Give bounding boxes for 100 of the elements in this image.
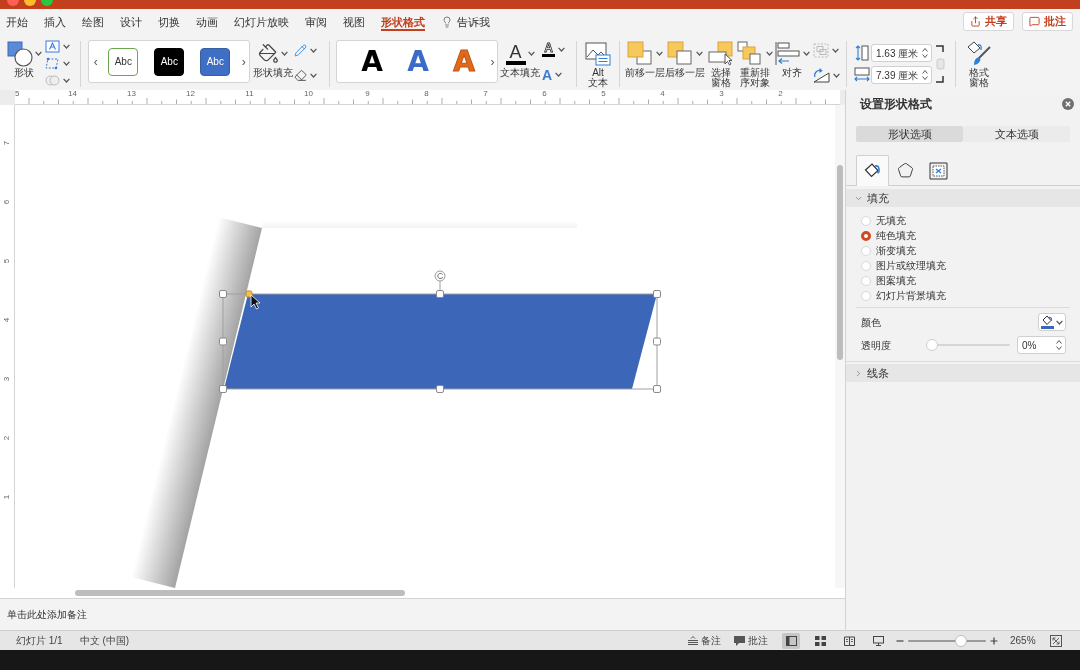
fill-color-button[interactable]: [1038, 313, 1066, 331]
text-box-icon: [45, 39, 60, 53]
ribbon-tab[interactable]: 设计: [120, 12, 142, 31]
ribbon-tab[interactable]: 审阅: [305, 12, 327, 31]
resize-handle[interactable]: [653, 385, 661, 393]
format-brush-icon: [966, 40, 992, 67]
caret-icon: [833, 72, 840, 78]
comments-button[interactable]: 批注: [1022, 12, 1073, 31]
ruler-number: 5: [600, 90, 607, 98]
adjust-handle[interactable]: [245, 290, 253, 298]
ribbon-tab[interactable]: 形状格式: [381, 12, 425, 31]
send-backward-button[interactable]: 后移一层: [665, 37, 705, 88]
rotate-handle[interactable]: [434, 270, 446, 292]
section-header[interactable]: 填充: [846, 189, 1080, 207]
caret-icon: [281, 51, 288, 56]
reorder-objects-button[interactable]: 重新排 序对象: [736, 37, 773, 88]
shape-style-swatch[interactable]: Abc: [108, 47, 139, 76]
ruler-number: 3: [718, 90, 725, 98]
fill-option[interactable]: 渐变填充: [846, 243, 1080, 258]
fill-option[interactable]: 图案填充: [846, 273, 1080, 288]
fill-option[interactable]: 图片或纹理填充: [846, 258, 1080, 273]
share-button[interactable]: 共享: [963, 12, 1014, 31]
caret-icon: [63, 77, 70, 83]
ribbon-tab[interactable]: 动画: [196, 12, 218, 31]
resize-handle[interactable]: [219, 385, 227, 393]
comments-button[interactable]: 批注: [734, 633, 768, 648]
ribbon-tab[interactable]: 视图: [343, 12, 365, 31]
ruler-number: 1: [3, 494, 11, 499]
view-button[interactable]: [782, 632, 800, 649]
minimize-window-icon[interactable]: [24, 0, 36, 6]
pane-tab[interactable]: 形状选项: [856, 126, 963, 142]
shapes-button[interactable]: 形状: [6, 37, 42, 78]
pane-tab[interactable]: 文本选项: [963, 126, 1070, 142]
fill-option[interactable]: 纯色填充: [846, 228, 1080, 243]
text-effects-button[interactable]: A: [542, 66, 572, 83]
ruler-number: 5: [3, 258, 11, 263]
selection-pane-button[interactable]: 选择 窗格: [705, 37, 736, 88]
caret-icon: [558, 47, 565, 52]
zoom-in-icon[interactable]: [990, 636, 998, 645]
fill-option[interactable]: 幻灯片背景填充: [846, 288, 1080, 303]
caret-icon: [310, 72, 317, 78]
shape-style-swatch[interactable]: Abc: [200, 47, 231, 76]
resize-handle[interactable]: [219, 290, 227, 298]
ruler-number: 4: [3, 317, 11, 322]
slider-thumb[interactable]: [926, 339, 938, 351]
gallery-previous-button[interactable]: ‹: [89, 52, 103, 71]
ribbon-tab[interactable]: 插入: [44, 12, 66, 31]
text-color-bar-icon: [505, 60, 526, 65]
text-fill-button[interactable]: A 文本填充: [500, 37, 540, 78]
format-pane-button[interactable]: 格式 窗格: [964, 37, 994, 88]
spinner-arrows-icon: [922, 47, 928, 59]
alt-text-button[interactable]: Alt 文本: [583, 37, 613, 88]
ruler-number: 6: [3, 199, 11, 204]
pane-icon-tab[interactable]: [856, 155, 889, 186]
vertical-scrollbar-thumb[interactable]: [837, 165, 843, 360]
horizontal-scrollbar-thumb[interactable]: [75, 590, 405, 596]
transparency-field[interactable]: 0%: [1017, 336, 1066, 354]
section-header[interactable]: 线条: [846, 364, 1080, 382]
close-window-icon[interactable]: [7, 0, 19, 6]
caret-icon: [765, 51, 773, 56]
resize-handle[interactable]: [436, 385, 444, 393]
ruler-number: 2: [3, 435, 11, 440]
resize-handle[interactable]: [436, 290, 444, 298]
rotate-button[interactable]: [813, 67, 843, 83]
slider-thumb[interactable]: [954, 634, 967, 647]
shape-style-swatch[interactable]: Abc: [154, 47, 185, 76]
comment-icon: [1029, 16, 1040, 27]
fit-to-window-icon[interactable]: [1050, 634, 1062, 647]
width-field[interactable]: 7.39 厘米: [871, 66, 932, 84]
fill-option[interactable]: 无填充: [846, 213, 1080, 228]
wordart-style-sample[interactable]: A: [350, 45, 394, 78]
ruler-number: 14: [67, 90, 78, 98]
bring-forward-button[interactable]: 前移一层: [625, 37, 665, 88]
ruler-number: 2: [777, 90, 784, 98]
selection-pane-icon: [707, 41, 734, 66]
gallery-next-button[interactable]: ›: [488, 52, 497, 71]
notes-button[interactable]: 备注: [688, 633, 721, 648]
close-icon[interactable]: [1062, 98, 1074, 110]
transparency-slider[interactable]: [926, 339, 1010, 351]
caret-icon: [696, 51, 703, 56]
zoom-window-icon[interactable]: [41, 0, 53, 6]
caret-icon: [63, 43, 70, 49]
ruler-number: 7: [3, 140, 11, 145]
resize-handle[interactable]: [219, 337, 227, 346]
ribbon-tab[interactable]: 切换: [158, 12, 180, 31]
ribbon-tab[interactable]: 绘图: [82, 12, 104, 31]
resize-handle[interactable]: [653, 337, 661, 346]
wordart-style-sample[interactable]: A: [396, 45, 440, 78]
tell-me-search[interactable]: 告诉我: [441, 14, 490, 29]
ribbon-tab[interactable]: 开始: [6, 12, 28, 31]
shape-fill-button[interactable]: 形状填充: [253, 37, 293, 78]
height-field[interactable]: 1.63 厘米: [871, 44, 932, 62]
align-button[interactable]: 对齐: [773, 37, 810, 88]
zoom-slider[interactable]: [908, 634, 986, 647]
chevron-right-icon: [854, 368, 863, 378]
ribbon-tab[interactable]: 幻灯片放映: [234, 12, 289, 31]
gallery-next-button[interactable]: ›: [238, 52, 249, 71]
ruler-number: 7: [482, 90, 489, 98]
height-icon: [854, 44, 870, 62]
resize-handle[interactable]: [653, 290, 661, 298]
